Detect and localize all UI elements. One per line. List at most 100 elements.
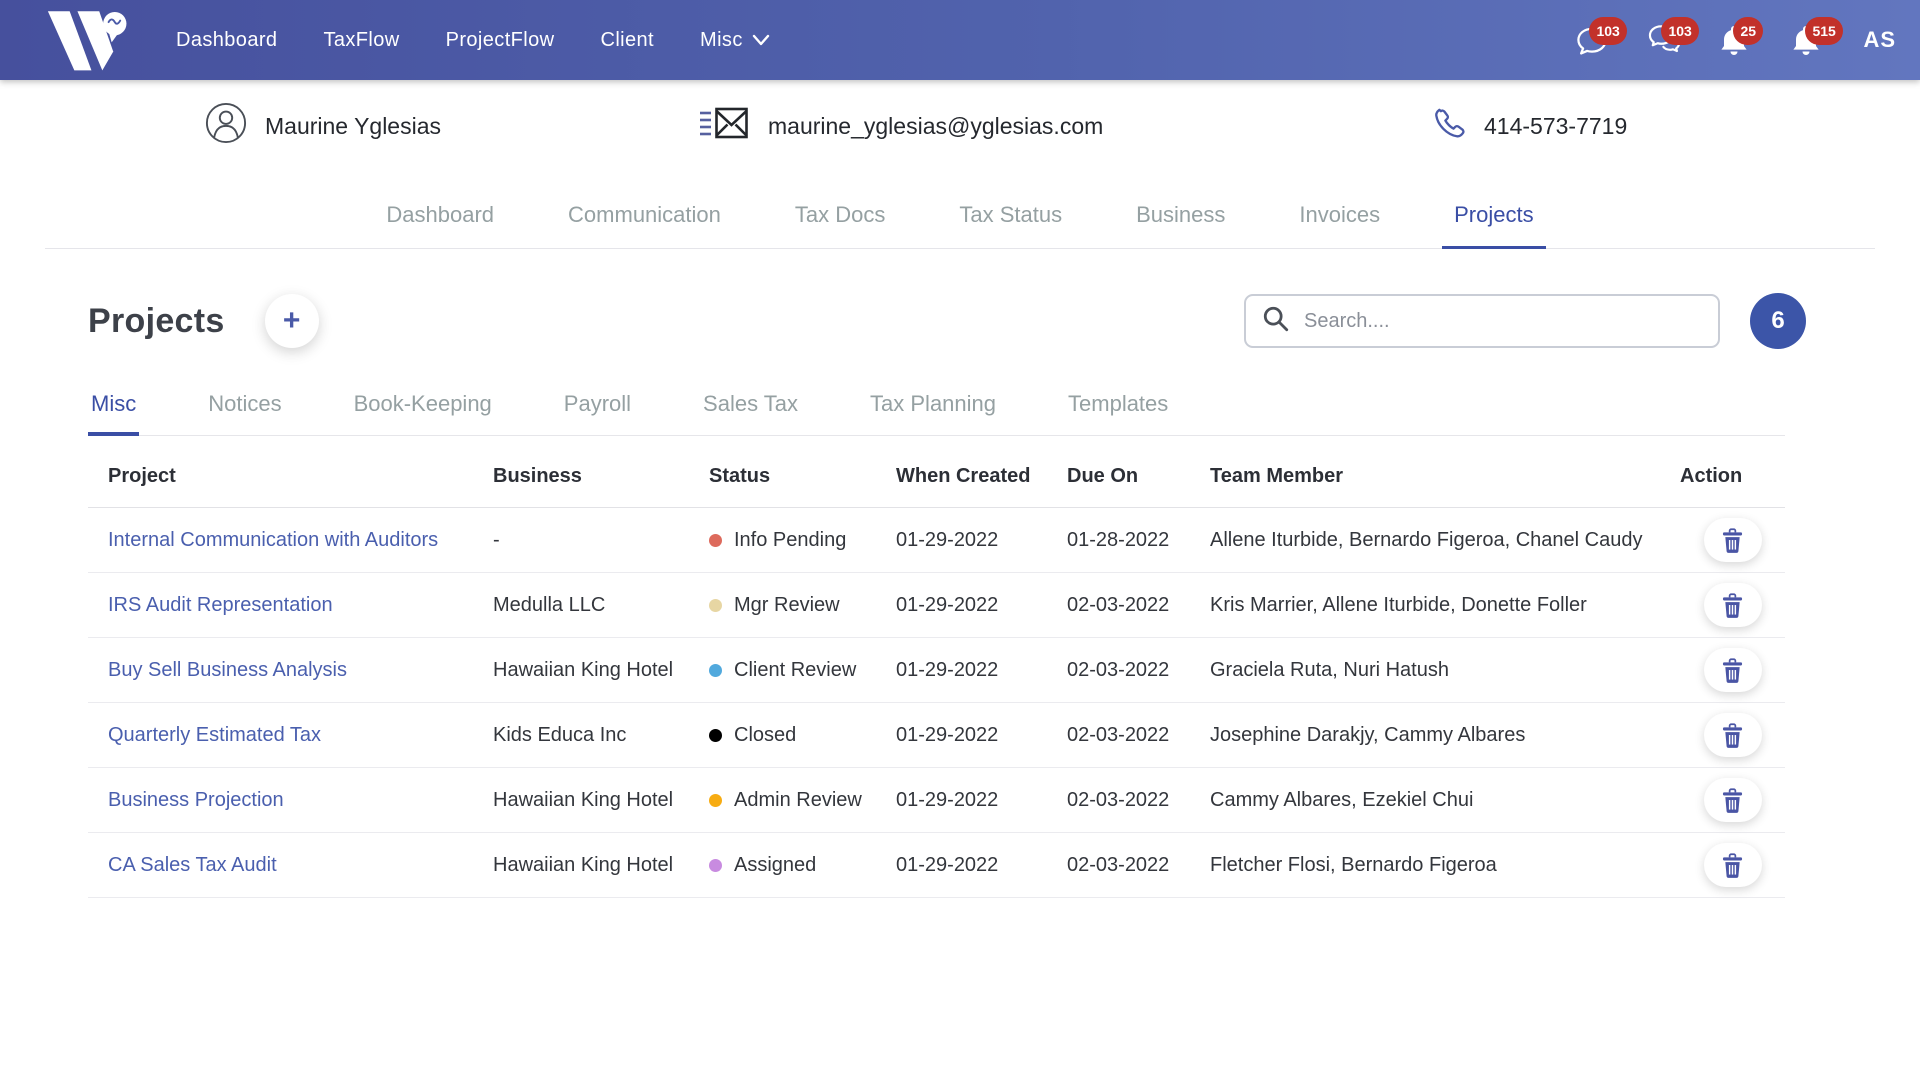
business-cell: Hawaiian King Hotel — [493, 658, 674, 681]
notification-button[interactable]: 25 — [1719, 17, 1764, 61]
tab-dashboard[interactable]: Dashboard — [374, 192, 506, 248]
delete-button[interactable] — [1703, 648, 1762, 692]
app-logo[interactable] — [40, 5, 132, 75]
due-on-cell: 02-03-2022 — [1067, 853, 1170, 876]
team-member-cell: Cammy Albares, Ezekiel Chui — [1210, 788, 1474, 811]
search-box — [1244, 294, 1720, 348]
status-cell: Closed — [709, 724, 896, 747]
project-link[interactable]: Business Projection — [108, 789, 284, 811]
tab-business[interactable]: Business — [1124, 192, 1237, 248]
nav-item-dashboard[interactable]: Dashboard — [176, 29, 277, 52]
when-created-cell: 01-29-2022 — [896, 723, 999, 746]
subtab-notices[interactable]: Notices — [205, 387, 284, 435]
notification-button[interactable]: 103 — [1647, 17, 1699, 61]
table-body: Internal Communication with Auditors - I… — [88, 508, 1785, 898]
subtab-book-keeping[interactable]: Book-Keeping — [351, 387, 495, 435]
subtab-misc[interactable]: Misc — [88, 387, 140, 436]
subtab-sales-tax[interactable]: Sales Tax — [700, 387, 801, 435]
table-row: CA Sales Tax Audit Hawaiian King Hotel A… — [88, 833, 1785, 898]
status-dot — [709, 663, 722, 677]
project-link[interactable]: Buy Sell Business Analysis — [108, 659, 347, 681]
column-header-when-created: When Created — [896, 465, 1031, 487]
trash-icon — [1722, 722, 1743, 748]
client-email: maurine_yglesias@yglesias.com — [768, 112, 1104, 139]
nav-item-client[interactable]: Client — [600, 29, 654, 52]
client-name-group: Maurine Yglesias — [205, 102, 441, 150]
business-cell: Hawaiian King Hotel — [493, 788, 674, 811]
nav-item-projectflow[interactable]: ProjectFlow — [446, 29, 555, 52]
table-header: Project Business Status When Created Due On T… — [88, 446, 1785, 508]
search-input[interactable] — [1304, 309, 1702, 333]
nav-item-misc[interactable]: Misc — [700, 29, 770, 52]
search-icon — [1262, 305, 1290, 338]
project-link[interactable]: CA Sales Tax Audit — [108, 854, 277, 876]
tab-tax-status[interactable]: Tax Status — [947, 192, 1074, 248]
notification-button[interactable]: 515 — [1791, 17, 1843, 61]
delete-button[interactable] — [1703, 583, 1762, 627]
chevron-down-icon — [752, 34, 769, 46]
status-dot — [709, 533, 722, 547]
client-header: Maurine Yglesias maurine_yglesias@yglesi… — [0, 80, 1920, 172]
when-created-cell: 01-29-2022 — [896, 658, 999, 681]
project-category-tabs: Misc Notices Book-Keeping Payroll Sales Tax T… — [88, 387, 1785, 436]
notification-count: 25 — [1733, 17, 1764, 45]
subtab-payroll[interactable]: Payroll — [561, 387, 634, 435]
add-project-button[interactable]: + — [264, 294, 319, 348]
when-created-cell: 01-29-2022 — [896, 853, 999, 876]
trash-icon — [1722, 527, 1743, 553]
client-email-group: maurine_yglesias@yglesias.com — [698, 104, 1103, 148]
email-icon — [698, 104, 750, 148]
status-dot — [709, 598, 722, 612]
trash-icon — [1722, 592, 1743, 618]
due-on-cell: 02-03-2022 — [1067, 593, 1170, 616]
delete-button[interactable] — [1703, 713, 1762, 757]
delete-button[interactable] — [1703, 778, 1762, 822]
tab-tax-docs[interactable]: Tax Docs — [783, 192, 897, 248]
status-cell: Client Review — [709, 659, 896, 682]
trash-icon — [1722, 657, 1743, 683]
phone-icon — [1432, 106, 1466, 146]
when-created-cell: 01-29-2022 — [896, 788, 999, 811]
project-link[interactable]: IRS Audit Representation — [108, 594, 333, 616]
team-member-cell: Allene Iturbide, Bernardo Figeroa, Chane… — [1210, 528, 1643, 551]
projects-table: Project Business Status When Created Due On T… — [88, 446, 1785, 898]
delete-button[interactable] — [1703, 518, 1762, 562]
notification-button[interactable]: 103 — [1575, 17, 1627, 61]
tab-communication[interactable]: Communication — [556, 192, 733, 248]
tab-projects[interactable]: Projects — [1442, 192, 1547, 249]
trash-icon — [1722, 787, 1743, 813]
notification-count: 103 — [1589, 17, 1627, 45]
table-row: Buy Sell Business Analysis Hawaiian King… — [88, 638, 1785, 703]
tab-invoices[interactable]: Invoices — [1287, 192, 1392, 248]
due-on-cell: 01-28-2022 — [1067, 528, 1170, 551]
status-dot — [709, 858, 722, 872]
column-header-action: Action — [1680, 465, 1743, 487]
column-header-business: Business — [493, 465, 582, 487]
subtab-tax-planning[interactable]: Tax Planning — [867, 387, 999, 435]
column-header-project: Project — [108, 465, 176, 487]
client-tabbar: Dashboard Communication Tax Docs Tax Status… — [45, 192, 1875, 249]
subtab-templates[interactable]: Templates — [1065, 387, 1171, 435]
team-member-cell: Josephine Darakjy, Cammy Albares — [1210, 723, 1526, 746]
table-row: Business Projection Hawaiian King Hotel … — [88, 768, 1785, 833]
due-on-cell: 02-03-2022 — [1067, 658, 1170, 681]
project-count-badge[interactable]: 6 — [1750, 293, 1806, 349]
when-created-cell: 01-29-2022 — [896, 593, 999, 616]
delete-button[interactable] — [1703, 843, 1762, 887]
avatar[interactable]: AS — [1863, 27, 1896, 53]
table-row: Quarterly Estimated Tax Kids Educa Inc C… — [88, 703, 1785, 768]
when-created-cell: 01-29-2022 — [896, 528, 999, 551]
status-cell: Info Pending — [709, 529, 896, 552]
team-member-cell: Kris Marrier, Allene Iturbide, Donette F… — [1210, 593, 1587, 616]
table-row: Internal Communication with Auditors - I… — [88, 508, 1785, 573]
client-phone-group: 414-573-7719 — [1432, 106, 1627, 146]
team-member-cell: Fletcher Flosi, Bernardo Figeroa — [1210, 853, 1497, 876]
projects-toolbar: Projects + 6 — [88, 289, 1806, 353]
project-link[interactable]: Internal Communication with Auditors — [108, 529, 438, 551]
nav-item-taxflow[interactable]: TaxFlow — [323, 29, 399, 52]
column-header-due-on: Due On — [1067, 465, 1139, 487]
business-cell: Medulla LLC — [493, 593, 606, 616]
due-on-cell: 02-03-2022 — [1067, 788, 1170, 811]
project-link[interactable]: Quarterly Estimated Tax — [108, 724, 321, 746]
client-phone: 414-573-7719 — [1484, 112, 1628, 139]
